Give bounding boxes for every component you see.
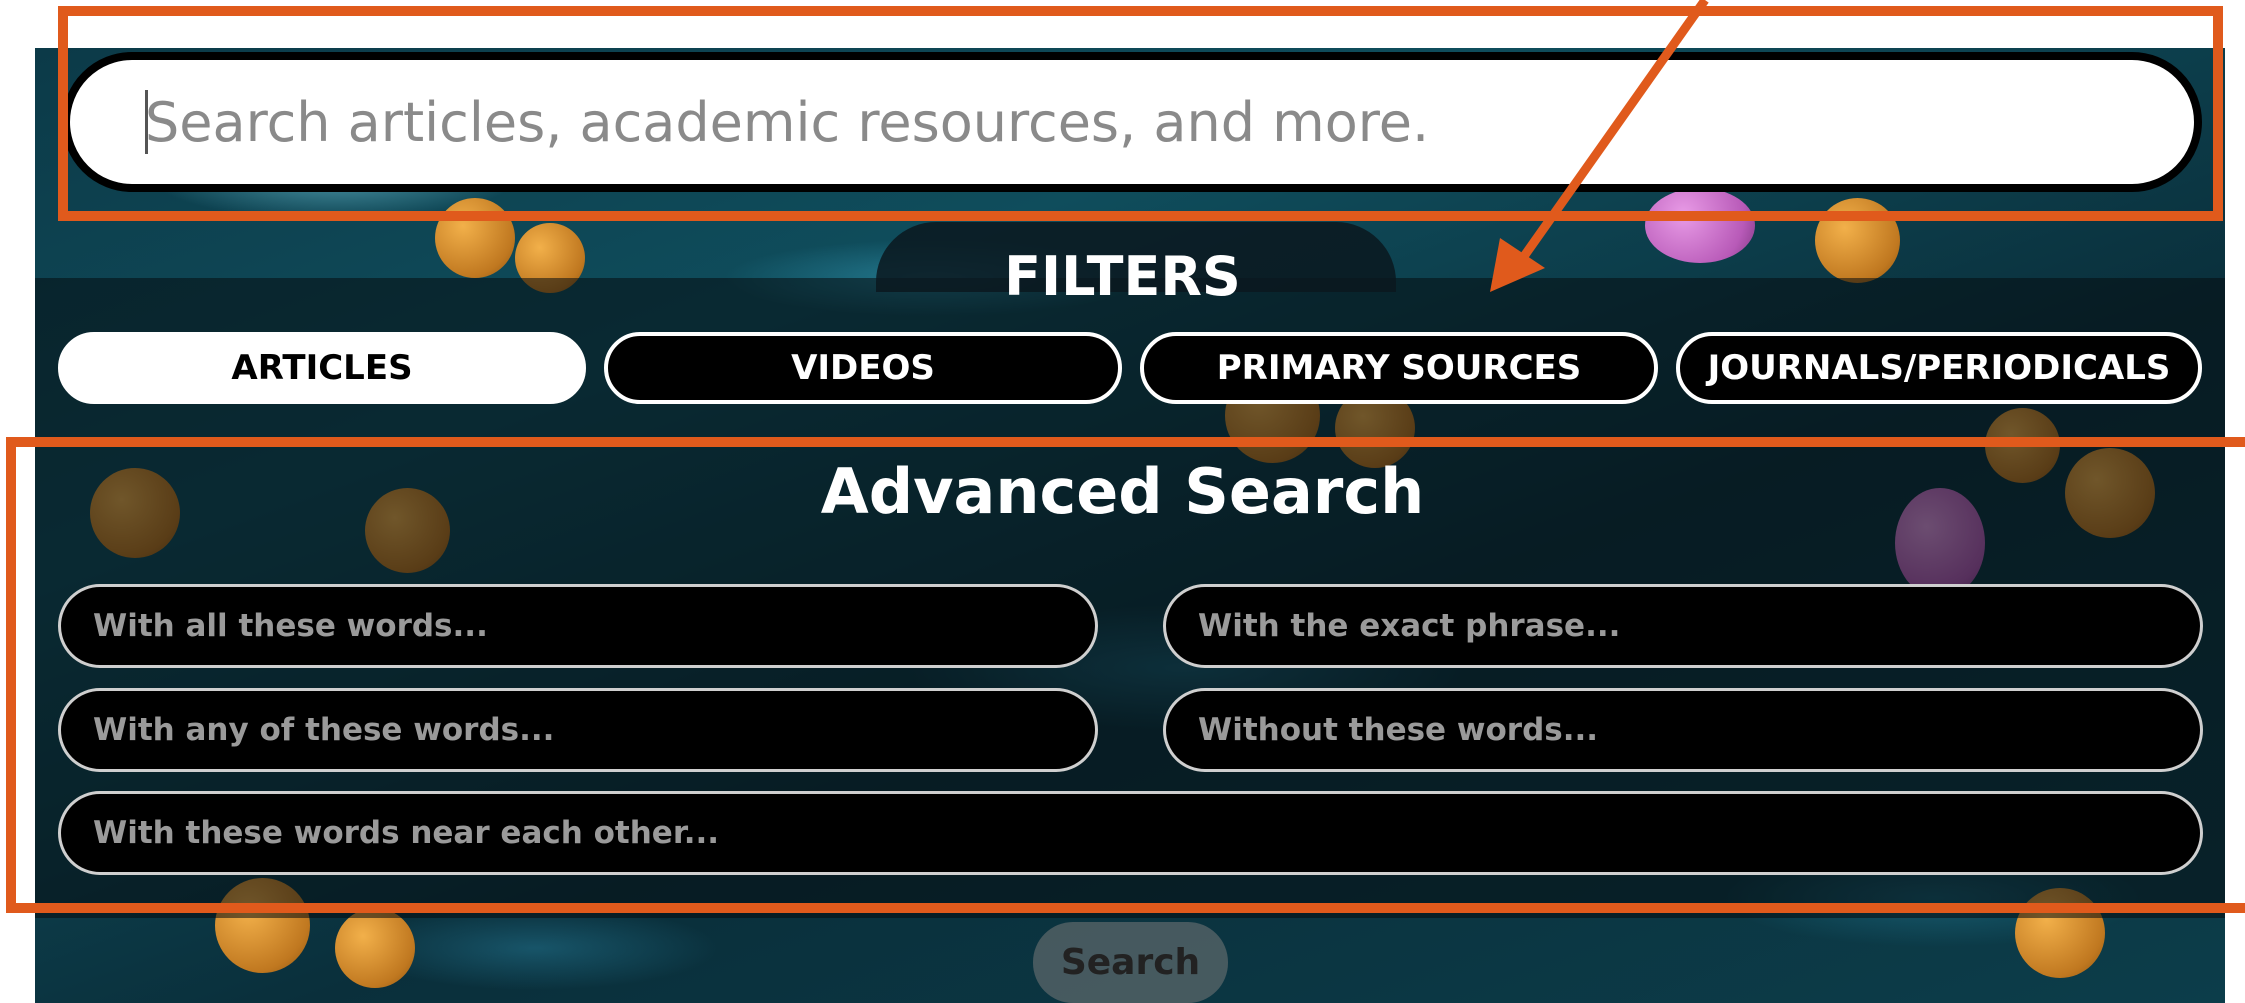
bacteria-blob [335, 908, 415, 988]
search-button[interactable]: Search [1033, 922, 1228, 1003]
annotation-box-search [58, 6, 2223, 221]
screenshot-stage: FILTERS ARTICLES VIDEOS PRIMARY SOURCES … [0, 0, 2245, 1003]
annotation-box-advanced [6, 437, 2245, 913]
filter-journals-periodicals-button[interactable]: JOURNALS/PERIODICALS [1676, 332, 2202, 404]
filter-videos-button[interactable]: VIDEOS [604, 332, 1122, 404]
filters-title: FILTERS [1004, 245, 1241, 308]
filter-articles-button[interactable]: ARTICLES [58, 332, 586, 404]
filter-primary-sources-button[interactable]: PRIMARY SOURCES [1140, 332, 1658, 404]
